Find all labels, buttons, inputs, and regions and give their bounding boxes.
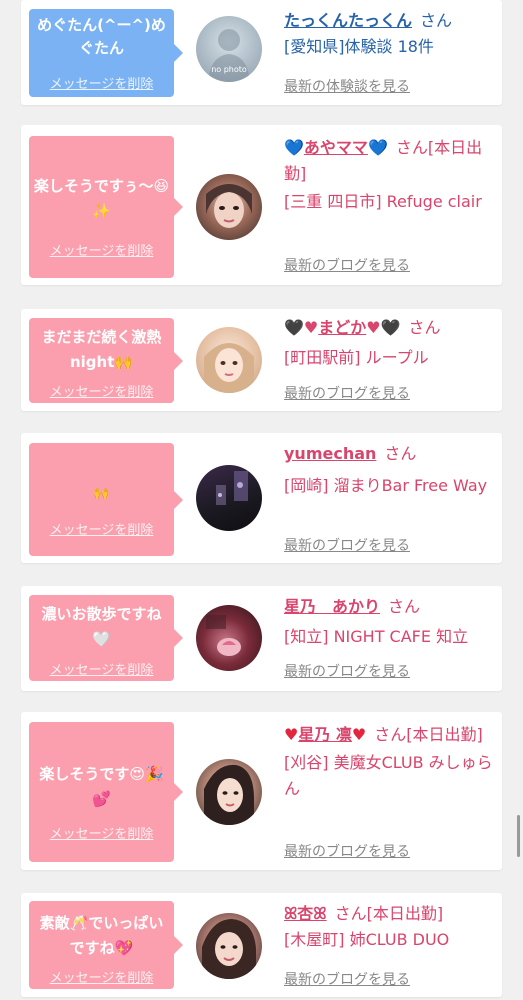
latest-review-link[interactable]: 最新の体験談を見る [284, 76, 410, 96]
user-name-link[interactable]: まどか [318, 318, 366, 337]
heart-icons: 🖤♥ [284, 318, 319, 337]
avatar-photo [204, 764, 254, 825]
blue-heart-icon: 💙 [284, 138, 304, 157]
message-bubble: 🙌 メッセージを削除 [29, 443, 183, 556]
latest-blog-link[interactable]: 最新のブログを見る [284, 841, 410, 861]
message-text: 楽しそうです😍🎉💕 [39, 765, 164, 808]
message-card: めぐたん(^ー^)めぐたん メッセージを削除 no photo たっくんたっくん… [21, 0, 502, 105]
message-text: 🙌 [93, 486, 110, 501]
avatar-photo [206, 184, 252, 228]
avatar[interactable] [196, 174, 262, 240]
shop-info: [刈谷] 美魔女CLUB みしゅらん [284, 753, 493, 798]
user-info: 🖤♥まどか♥🖤 さん [町田駅前] ループル [284, 315, 496, 371]
message-bubble: 素敵🥂でいっぱいですね💖 メッセージを削除 [29, 901, 183, 989]
red-heart-icon: ♥ [351, 725, 367, 744]
message-card: 濃いお散歩ですね🤍 メッセージを削除 星乃 あかり さん [知立] NIGHT C… [21, 586, 502, 691]
avatar[interactable] [196, 465, 262, 531]
shop-info: [愛知県]体験談 18件 [284, 37, 434, 56]
latest-blog-link[interactable]: 最新のブログを見る [284, 535, 410, 555]
message-card: まだまだ続く激熱night🙌 メッセージを削除 🖤♥まどか♥🖤 さん [町田駅前]… [21, 309, 502, 411]
latest-blog-link[interactable]: 最新のブログを見る [284, 969, 410, 989]
delete-message-link[interactable]: メッセージを削除 [29, 73, 174, 92]
message-card: 楽しそうです😍🎉💕 メッセージを削除 ♥星乃 凛♥ さん[本日出勤] [刈谷] 美… [21, 712, 502, 870]
blue-heart-icon: 💙 [367, 138, 388, 157]
message-bubble: 濃いお散歩ですね🤍 メッセージを削除 [29, 595, 183, 681]
avatar-photo [204, 343, 254, 393]
user-name-link[interactable]: たっくんたっくん [284, 11, 412, 30]
avatar[interactable] [196, 913, 262, 979]
message-bubble: まだまだ続く激熱night🙌 メッセージを削除 [29, 318, 183, 403]
svg-text:no photo: no photo [211, 65, 247, 74]
user-info: ♥星乃 凛♥ さん[本日出勤] [刈谷] 美魔女CLUB みしゅらん [284, 722, 496, 802]
honorific: さん [420, 11, 453, 30]
message-card: 素敵🥂でいっぱいですね💖 メッセージを削除 ꕤ杏ꕤ さん[本日出勤] [木屋町] … [21, 893, 502, 997]
message-text: 楽しそうですぅ〜😆✨ [33, 177, 170, 220]
delete-message-link[interactable]: メッセージを削除 [29, 381, 174, 400]
message-bubble: めぐたん(^ー^)めぐたん メッセージを削除 [29, 9, 183, 97]
user-name-link[interactable]: yumechan [284, 444, 376, 463]
avatar[interactable] [196, 327, 262, 393]
user-name-link[interactable]: あやママ [304, 138, 368, 157]
user-name-link[interactable]: ꕤ杏ꕤ [284, 904, 327, 923]
message-text: 濃いお散歩ですね🤍 [41, 605, 162, 648]
shop-info: [町田駅前] ループル [284, 348, 429, 367]
message-text: まだまだ続く激熱night🙌 [41, 328, 162, 371]
message-text: 素敵🥂でいっぱいですね💖 [39, 914, 164, 957]
red-heart-icon: ♥ [284, 725, 299, 744]
avatar-photo [216, 471, 248, 505]
avatar[interactable]: no photo [196, 16, 262, 82]
heart-icons: ♥🖤 [366, 318, 401, 337]
honorific: さん [408, 318, 441, 337]
latest-blog-link[interactable]: 最新のブログを見る [284, 661, 410, 681]
avatar[interactable] [196, 605, 262, 671]
delete-message-link[interactable]: メッセージを削除 [29, 659, 174, 678]
user-name-link[interactable]: 星乃 あかり [284, 597, 380, 616]
user-info: ꕤ杏ꕤ さん[本日出勤] [木屋町] 姉CLUB DUO [284, 901, 509, 953]
shop-info: [岡崎] 溜まりBar Free Way [284, 476, 488, 495]
message-card: 🙌 メッセージを削除 yumechan さん [岡崎] 溜まりBar Free W… [21, 433, 502, 563]
shop-info: [木屋町] 姉CLUB DUO [284, 930, 450, 949]
message-bubble: 楽しそうですぅ〜😆✨ メッセージを削除 [29, 136, 183, 278]
avatar-photo [202, 919, 256, 979]
honorific: さん [388, 597, 421, 616]
honorific: さん [384, 444, 417, 463]
user-info: 💙あやママ💙 さん[本日出勤] [三重 四日市] Refuge clair [284, 135, 496, 215]
delete-message-link[interactable]: メッセージを削除 [29, 823, 174, 842]
avatar-photo [206, 615, 241, 656]
message-card: 楽しそうですぅ〜😆✨ メッセージを削除 💙あやママ💙 さん[本日出勤] [三重 四… [21, 125, 502, 285]
honorific: さん[本日出勤] [334, 904, 444, 923]
user-info: たっくんたっくん さん [愛知県]体験談 18件 [284, 8, 496, 60]
delete-message-link[interactable]: メッセージを削除 [29, 967, 174, 986]
user-info: 星乃 あかり さん [知立] NIGHT CAFE 知立 [284, 594, 496, 650]
scrollbar[interactable] [517, 815, 520, 857]
shop-info: [三重 四日市] Refuge clair [284, 192, 482, 211]
honorific: さん[本日出勤] [374, 725, 483, 744]
avatar-placeholder-icon: no photo [208, 29, 250, 82]
delete-message-link[interactable]: メッセージを削除 [29, 240, 174, 259]
delete-message-link[interactable]: メッセージを削除 [29, 519, 174, 538]
message-bubble: 楽しそうです😍🎉💕 メッセージを削除 [29, 722, 183, 862]
latest-blog-link[interactable]: 最新のブログを見る [284, 383, 410, 403]
latest-blog-link[interactable]: 最新のブログを見る [284, 255, 410, 275]
shop-info: [知立] NIGHT CAFE 知立 [284, 627, 469, 646]
user-info: yumechan さん [岡崎] 溜まりBar Free Way [284, 441, 496, 499]
message-text: めぐたん(^ー^)めぐたん [37, 16, 166, 57]
avatar[interactable] [196, 759, 262, 825]
user-name-link[interactable]: 星乃 凛 [298, 725, 352, 744]
